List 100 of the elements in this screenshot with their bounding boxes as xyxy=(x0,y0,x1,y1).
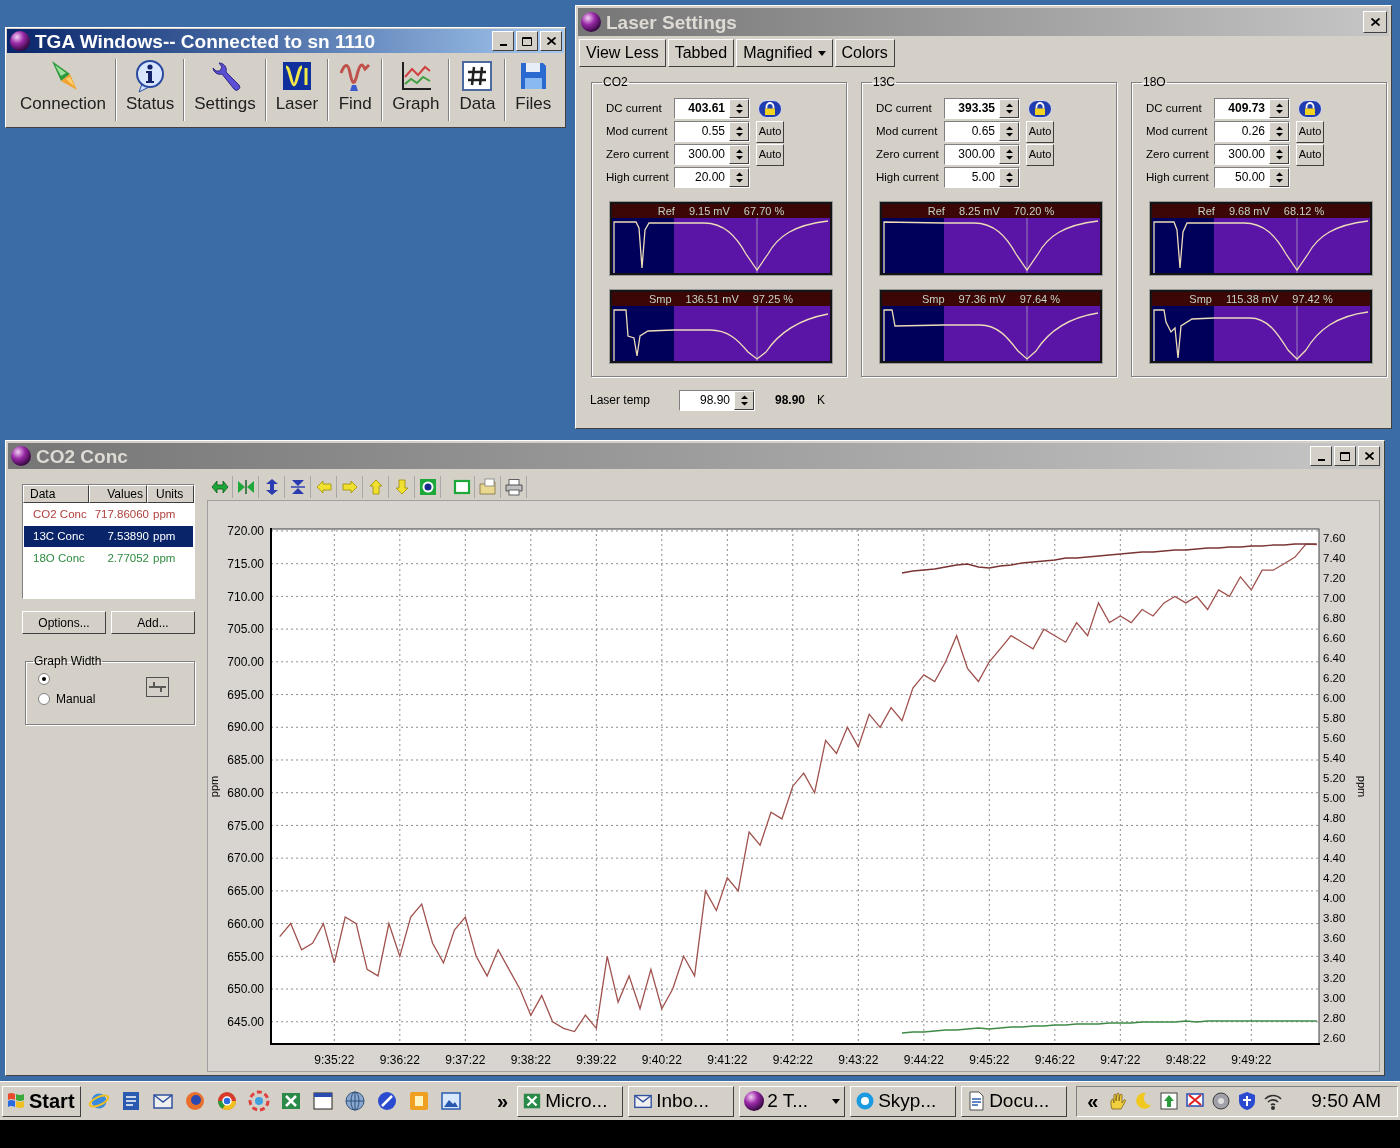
document-icon[interactable] xyxy=(120,1090,142,1112)
auto-button[interactable]: Auto xyxy=(1296,143,1324,166)
toolbar-button[interactable]: Files xyxy=(506,56,561,124)
spin-button[interactable] xyxy=(729,168,749,187)
spin-box[interactable]: 0.65 xyxy=(944,121,1020,142)
picture-icon[interactable] xyxy=(440,1090,462,1112)
folder-icon[interactable] xyxy=(478,478,497,496)
minimize-button[interactable] xyxy=(1310,446,1332,466)
axis-tick-label: 690.00 xyxy=(227,720,264,735)
maximize-button[interactable] xyxy=(516,31,538,51)
task-button[interactable]: 2 T... xyxy=(739,1085,846,1117)
list-cell-text: 13C Conc xyxy=(32,528,86,544)
spin-button[interactable] xyxy=(999,168,1019,187)
spin-box[interactable]: 50.00 xyxy=(1214,167,1290,188)
spin-box[interactable]: 300.00 xyxy=(1214,144,1290,165)
spin-box[interactable]: 20.00 xyxy=(674,167,750,188)
spin-box[interactable]: 393.35 xyxy=(944,98,1020,119)
hand-icon[interactable] xyxy=(1107,1091,1128,1111)
spin-box[interactable]: 98.90 xyxy=(679,389,755,411)
spin-button[interactable] xyxy=(729,99,749,118)
horizontal-arrows-icon[interactable] xyxy=(210,478,229,496)
spin-button[interactable] xyxy=(1269,145,1289,164)
spin-box[interactable]: 403.61 xyxy=(674,98,750,119)
spin-box[interactable]: 5.00 xyxy=(944,167,1020,188)
spin-button[interactable] xyxy=(1269,122,1289,141)
overflow-chevron[interactable]: » xyxy=(497,1091,509,1111)
spin-button[interactable] xyxy=(1269,168,1289,187)
globe-icon[interactable] xyxy=(344,1090,366,1112)
spin-button[interactable] xyxy=(999,145,1019,164)
padlock-icon[interactable] xyxy=(1028,99,1052,118)
spin-box[interactable]: 300.00 xyxy=(674,144,750,165)
disc-icon[interactable] xyxy=(1211,1091,1232,1111)
toolbar-button[interactable]: Graph xyxy=(383,56,449,124)
minimize-button[interactable] xyxy=(492,31,514,51)
spin-box[interactable]: 409.73 xyxy=(1214,98,1290,119)
close-button[interactable] xyxy=(1363,11,1387,33)
toolbar-button[interactable]: Colors xyxy=(834,39,895,67)
slider-box-icon[interactable] xyxy=(146,677,169,697)
shield-icon[interactable] xyxy=(1237,1091,1258,1111)
voltage-reading: 115.38 mV xyxy=(1225,293,1279,305)
upload-icon[interactable] xyxy=(1159,1091,1180,1111)
tray-chevron[interactable]: « xyxy=(1087,1091,1099,1111)
start-button[interactable]: Start xyxy=(2,1085,81,1117)
task-button[interactable]: Skyp... xyxy=(850,1085,957,1117)
toolbar-button[interactable]: Find xyxy=(329,56,382,124)
toolbar-button[interactable]: Tabbed xyxy=(667,39,735,67)
spin-box[interactable]: 300.00 xyxy=(944,144,1020,165)
square-icon[interactable] xyxy=(452,478,471,496)
dialog-button[interactable]: Options... xyxy=(22,611,106,634)
dashed-ring-icon[interactable] xyxy=(248,1090,270,1112)
list-row[interactable]: CO2 Conc 717.86060 ppm xyxy=(24,504,193,525)
list-row[interactable]: 18O Conc 2.77052 ppm xyxy=(24,548,193,569)
wheel-icon[interactable] xyxy=(216,1090,238,1112)
circle-icon[interactable] xyxy=(184,1090,206,1112)
slash-circle-icon[interactable] xyxy=(376,1090,398,1112)
dialog-button[interactable]: Add... xyxy=(111,611,195,634)
toolbar-button[interactable]: Magnified xyxy=(736,39,833,67)
printer-icon[interactable] xyxy=(504,478,523,496)
spin-button[interactable] xyxy=(1269,99,1289,118)
auto-button[interactable]: Auto xyxy=(1026,120,1054,143)
toolbar-button[interactable]: Data xyxy=(450,56,505,124)
spin-box[interactable]: 0.55 xyxy=(674,121,750,142)
spreadsheet-icon[interactable] xyxy=(280,1090,302,1112)
radio-button[interactable] xyxy=(38,693,50,705)
toolbar-button[interactable]: Settings xyxy=(185,56,265,124)
window-icon[interactable] xyxy=(312,1090,334,1112)
spin-button[interactable] xyxy=(734,390,754,410)
radio-button[interactable] xyxy=(38,673,50,685)
maximize-button[interactable] xyxy=(1334,446,1356,466)
list-row[interactable]: 13C Conc 7.53890 ppm xyxy=(24,526,193,547)
auto-button[interactable]: Auto xyxy=(1026,143,1054,166)
padlock-icon[interactable] xyxy=(1298,99,1322,118)
column-header[interactable]: Data xyxy=(23,485,89,503)
task-button[interactable]: Micro... xyxy=(517,1085,624,1117)
spin-button[interactable] xyxy=(999,99,1019,118)
compress-vertical-icon[interactable] xyxy=(288,478,307,496)
close-button[interactable] xyxy=(1358,446,1380,466)
column-header[interactable]: Values xyxy=(89,485,147,503)
field-label: Laser temp xyxy=(590,392,652,409)
auto-button[interactable]: Auto xyxy=(1296,120,1324,143)
task-button[interactable]: Inbo... xyxy=(628,1085,735,1117)
tile-icon[interactable] xyxy=(408,1090,430,1112)
toolbar-button[interactable]: Status xyxy=(117,56,184,124)
spin-button[interactable] xyxy=(729,145,749,164)
close-button[interactable] xyxy=(540,31,562,51)
target-icon[interactable] xyxy=(418,478,437,496)
task-button[interactable]: Docu... xyxy=(961,1085,1068,1117)
padlock-icon[interactable] xyxy=(758,99,782,118)
axis-tick-label: 9:44:22 xyxy=(903,1053,944,1068)
spin-box[interactable]: 0.26 xyxy=(1214,121,1290,142)
auto-button[interactable]: Auto xyxy=(756,143,784,166)
auto-button[interactable]: Auto xyxy=(756,120,784,143)
spin-button[interactable] xyxy=(729,122,749,141)
axis-tick-label: 650.00 xyxy=(227,982,264,997)
fit-width-icon[interactable] xyxy=(236,478,255,496)
column-header[interactable]: Units xyxy=(147,485,194,503)
toolbar-button[interactable]: Connection xyxy=(11,56,115,124)
spin-button[interactable] xyxy=(999,122,1019,141)
toolbar-button[interactable]: Laser xyxy=(266,56,328,124)
toolbar-button[interactable]: View Less xyxy=(579,39,666,67)
